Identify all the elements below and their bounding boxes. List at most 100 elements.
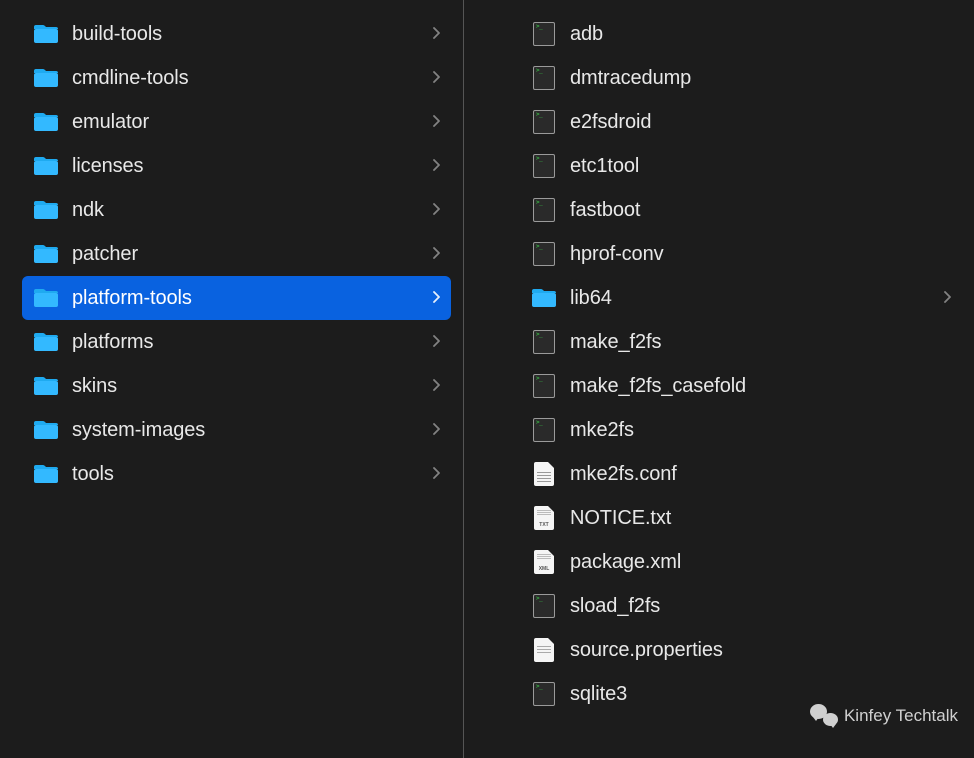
list-item[interactable]: e2fsdroid bbox=[520, 100, 962, 144]
item-label: make_f2fs_casefold bbox=[570, 375, 954, 398]
list-item[interactable]: system-images bbox=[22, 408, 451, 452]
folder-icon bbox=[33, 375, 59, 397]
item-label: build-tools bbox=[72, 23, 425, 46]
list-item[interactable]: sqlite3 bbox=[520, 672, 962, 716]
list-item[interactable]: platform-tools bbox=[22, 276, 451, 320]
folder-icon bbox=[33, 287, 59, 309]
list-item[interactable]: make_f2fs bbox=[520, 320, 962, 364]
folder-icon bbox=[33, 419, 59, 441]
chevron-right-icon bbox=[433, 27, 443, 41]
list-item[interactable]: package.xml bbox=[520, 540, 962, 584]
folder-icon bbox=[531, 287, 557, 309]
chevron-right-icon bbox=[433, 335, 443, 349]
item-label: platform-tools bbox=[72, 287, 425, 310]
chevron-right-icon bbox=[433, 467, 443, 481]
executable-icon bbox=[533, 110, 555, 134]
chevron-right-icon bbox=[433, 379, 443, 393]
finder-column-child[interactable]: adb dmtracedump e2fsdroid etc1tool fastboot h… bbox=[464, 0, 974, 758]
file-icon bbox=[534, 638, 554, 662]
item-icon-slot bbox=[530, 328, 558, 356]
list-item[interactable]: platforms bbox=[22, 320, 451, 364]
folder-icon bbox=[33, 155, 59, 177]
executable-icon bbox=[533, 198, 555, 222]
item-label: hprof-conv bbox=[570, 243, 954, 266]
chevron-right-icon bbox=[433, 291, 443, 305]
list-item[interactable]: dmtracedump bbox=[520, 56, 962, 100]
item-label: emulator bbox=[72, 111, 425, 134]
folder-icon bbox=[33, 23, 59, 45]
list-item[interactable]: licenses bbox=[22, 144, 451, 188]
item-icon-slot bbox=[32, 196, 60, 224]
executable-icon bbox=[533, 242, 555, 266]
list-item[interactable]: lib64 bbox=[520, 276, 962, 320]
item-icon-slot bbox=[32, 284, 60, 312]
executable-icon bbox=[533, 418, 555, 442]
list-item[interactable]: source.properties bbox=[520, 628, 962, 672]
list-item[interactable]: sload_f2fs bbox=[520, 584, 962, 628]
folder-icon bbox=[33, 111, 59, 133]
list-item[interactable]: tools bbox=[22, 452, 451, 496]
item-label: e2fsdroid bbox=[570, 111, 954, 134]
chevron-right-icon bbox=[433, 159, 443, 173]
item-label: lib64 bbox=[570, 287, 936, 310]
item-icon-slot bbox=[32, 328, 60, 356]
item-label: patcher bbox=[72, 243, 425, 266]
item-icon-slot bbox=[32, 20, 60, 48]
chevron-right-icon bbox=[433, 247, 443, 261]
chevron-right-icon bbox=[433, 203, 443, 217]
list-item[interactable]: cmdline-tools bbox=[22, 56, 451, 100]
list-item[interactable]: ndk bbox=[22, 188, 451, 232]
finder-column-parent[interactable]: build-tools cmdline-tools emulator licenses… bbox=[0, 0, 464, 758]
item-label: mke2fs.conf bbox=[570, 463, 954, 486]
list-item[interactable]: emulator bbox=[22, 100, 451, 144]
item-label: adb bbox=[570, 23, 954, 46]
list-item[interactable]: make_f2fs_casefold bbox=[520, 364, 962, 408]
list-item[interactable]: mke2fs bbox=[520, 408, 962, 452]
list-item[interactable]: patcher bbox=[22, 232, 451, 276]
folder-icon bbox=[33, 199, 59, 221]
item-label: licenses bbox=[72, 155, 425, 178]
txt-file-icon bbox=[534, 506, 554, 530]
folder-icon bbox=[33, 67, 59, 89]
item-icon-slot bbox=[530, 196, 558, 224]
item-icon-slot bbox=[530, 372, 558, 400]
item-label: tools bbox=[72, 463, 425, 486]
list-item[interactable]: build-tools bbox=[22, 12, 451, 56]
item-label: skins bbox=[72, 375, 425, 398]
item-icon-slot bbox=[32, 460, 60, 488]
list-item[interactable]: NOTICE.txt bbox=[520, 496, 962, 540]
list-item[interactable]: hprof-conv bbox=[520, 232, 962, 276]
item-icon-slot bbox=[32, 372, 60, 400]
list-item[interactable]: mke2fs.conf bbox=[520, 452, 962, 496]
item-icon-slot bbox=[530, 240, 558, 268]
item-label: fastboot bbox=[570, 199, 954, 222]
item-icon-slot bbox=[530, 548, 558, 576]
list-item[interactable]: skins bbox=[22, 364, 451, 408]
chevron-right-icon bbox=[433, 115, 443, 129]
list-item[interactable]: etc1tool bbox=[520, 144, 962, 188]
item-icon-slot bbox=[32, 108, 60, 136]
item-icon-slot bbox=[32, 152, 60, 180]
list-item[interactable]: fastboot bbox=[520, 188, 962, 232]
document-icon bbox=[534, 462, 554, 486]
executable-icon bbox=[533, 154, 555, 178]
executable-icon bbox=[533, 22, 555, 46]
item-icon-slot bbox=[530, 460, 558, 488]
item-label: dmtracedump bbox=[570, 67, 954, 90]
list-item[interactable]: adb bbox=[520, 12, 962, 56]
item-icon-slot bbox=[530, 64, 558, 92]
item-icon-slot bbox=[530, 680, 558, 708]
item-label: system-images bbox=[72, 419, 425, 442]
item-label: package.xml bbox=[570, 551, 954, 574]
item-icon-slot bbox=[32, 240, 60, 268]
folder-icon bbox=[33, 463, 59, 485]
item-icon-slot bbox=[530, 108, 558, 136]
item-label: platforms bbox=[72, 331, 425, 354]
item-icon-slot bbox=[530, 592, 558, 620]
item-label: ndk bbox=[72, 199, 425, 222]
item-label: cmdline-tools bbox=[72, 67, 425, 90]
item-icon-slot bbox=[530, 636, 558, 664]
chevron-right-icon bbox=[944, 291, 954, 305]
item-icon-slot bbox=[32, 416, 60, 444]
item-icon-slot bbox=[530, 416, 558, 444]
